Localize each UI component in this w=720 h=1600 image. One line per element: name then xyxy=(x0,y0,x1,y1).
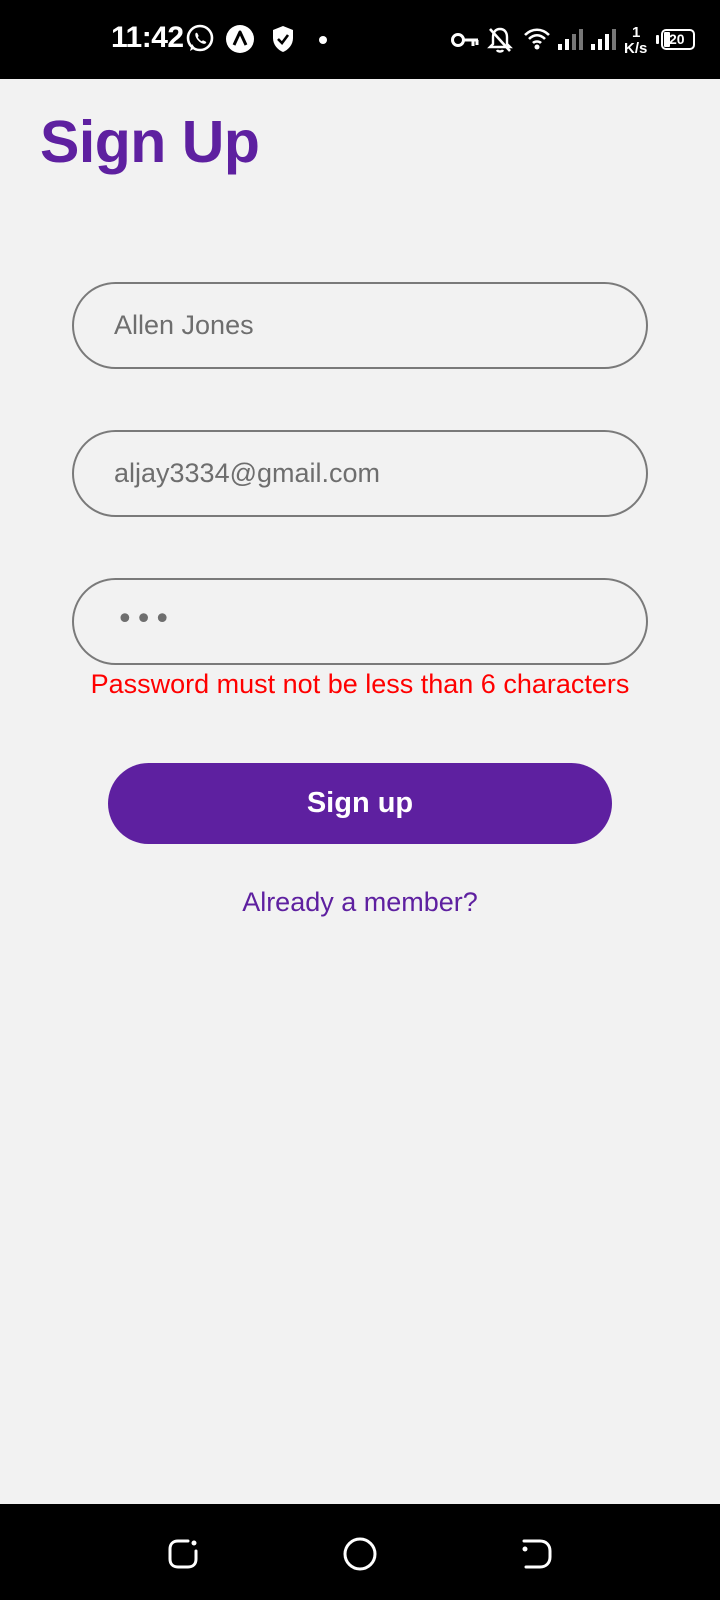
whatsapp-icon xyxy=(186,24,214,52)
signal-icon xyxy=(558,29,583,50)
password-error-message: Password must not be less than 6 charact… xyxy=(90,669,630,699)
page-title: Sign Up xyxy=(40,109,260,175)
dot-icon xyxy=(319,36,327,44)
name-input[interactable] xyxy=(114,284,614,367)
status-time: 11:42 xyxy=(111,21,184,54)
password-masked-value: ••• xyxy=(116,602,173,637)
home-icon[interactable] xyxy=(342,1536,378,1572)
bell-off-icon xyxy=(487,27,513,53)
status-bar: 11:42 1 K/s 20 xyxy=(0,0,720,79)
wifi-icon xyxy=(524,28,550,50)
name-field[interactable] xyxy=(72,282,648,369)
sign-up-button[interactable]: Sign up xyxy=(108,763,612,844)
recent-apps-icon[interactable] xyxy=(166,1537,200,1571)
email-field[interactable] xyxy=(72,430,648,517)
net-speed-unit: K/s xyxy=(624,40,648,57)
battery-icon: 20 xyxy=(656,29,696,50)
password-field[interactable]: ••• xyxy=(72,578,648,665)
vpn-key-icon xyxy=(451,33,479,47)
email-input[interactable] xyxy=(114,432,614,515)
signal-icon xyxy=(591,29,616,50)
back-icon[interactable] xyxy=(520,1537,554,1571)
navigation-bar xyxy=(0,1504,720,1600)
battery-level: 20 xyxy=(669,31,685,47)
app-notification-icon xyxy=(226,25,254,53)
already-member-link[interactable]: Already a member? xyxy=(0,887,720,918)
net-speed-value: 1 xyxy=(632,24,641,41)
shield-icon xyxy=(273,26,293,52)
